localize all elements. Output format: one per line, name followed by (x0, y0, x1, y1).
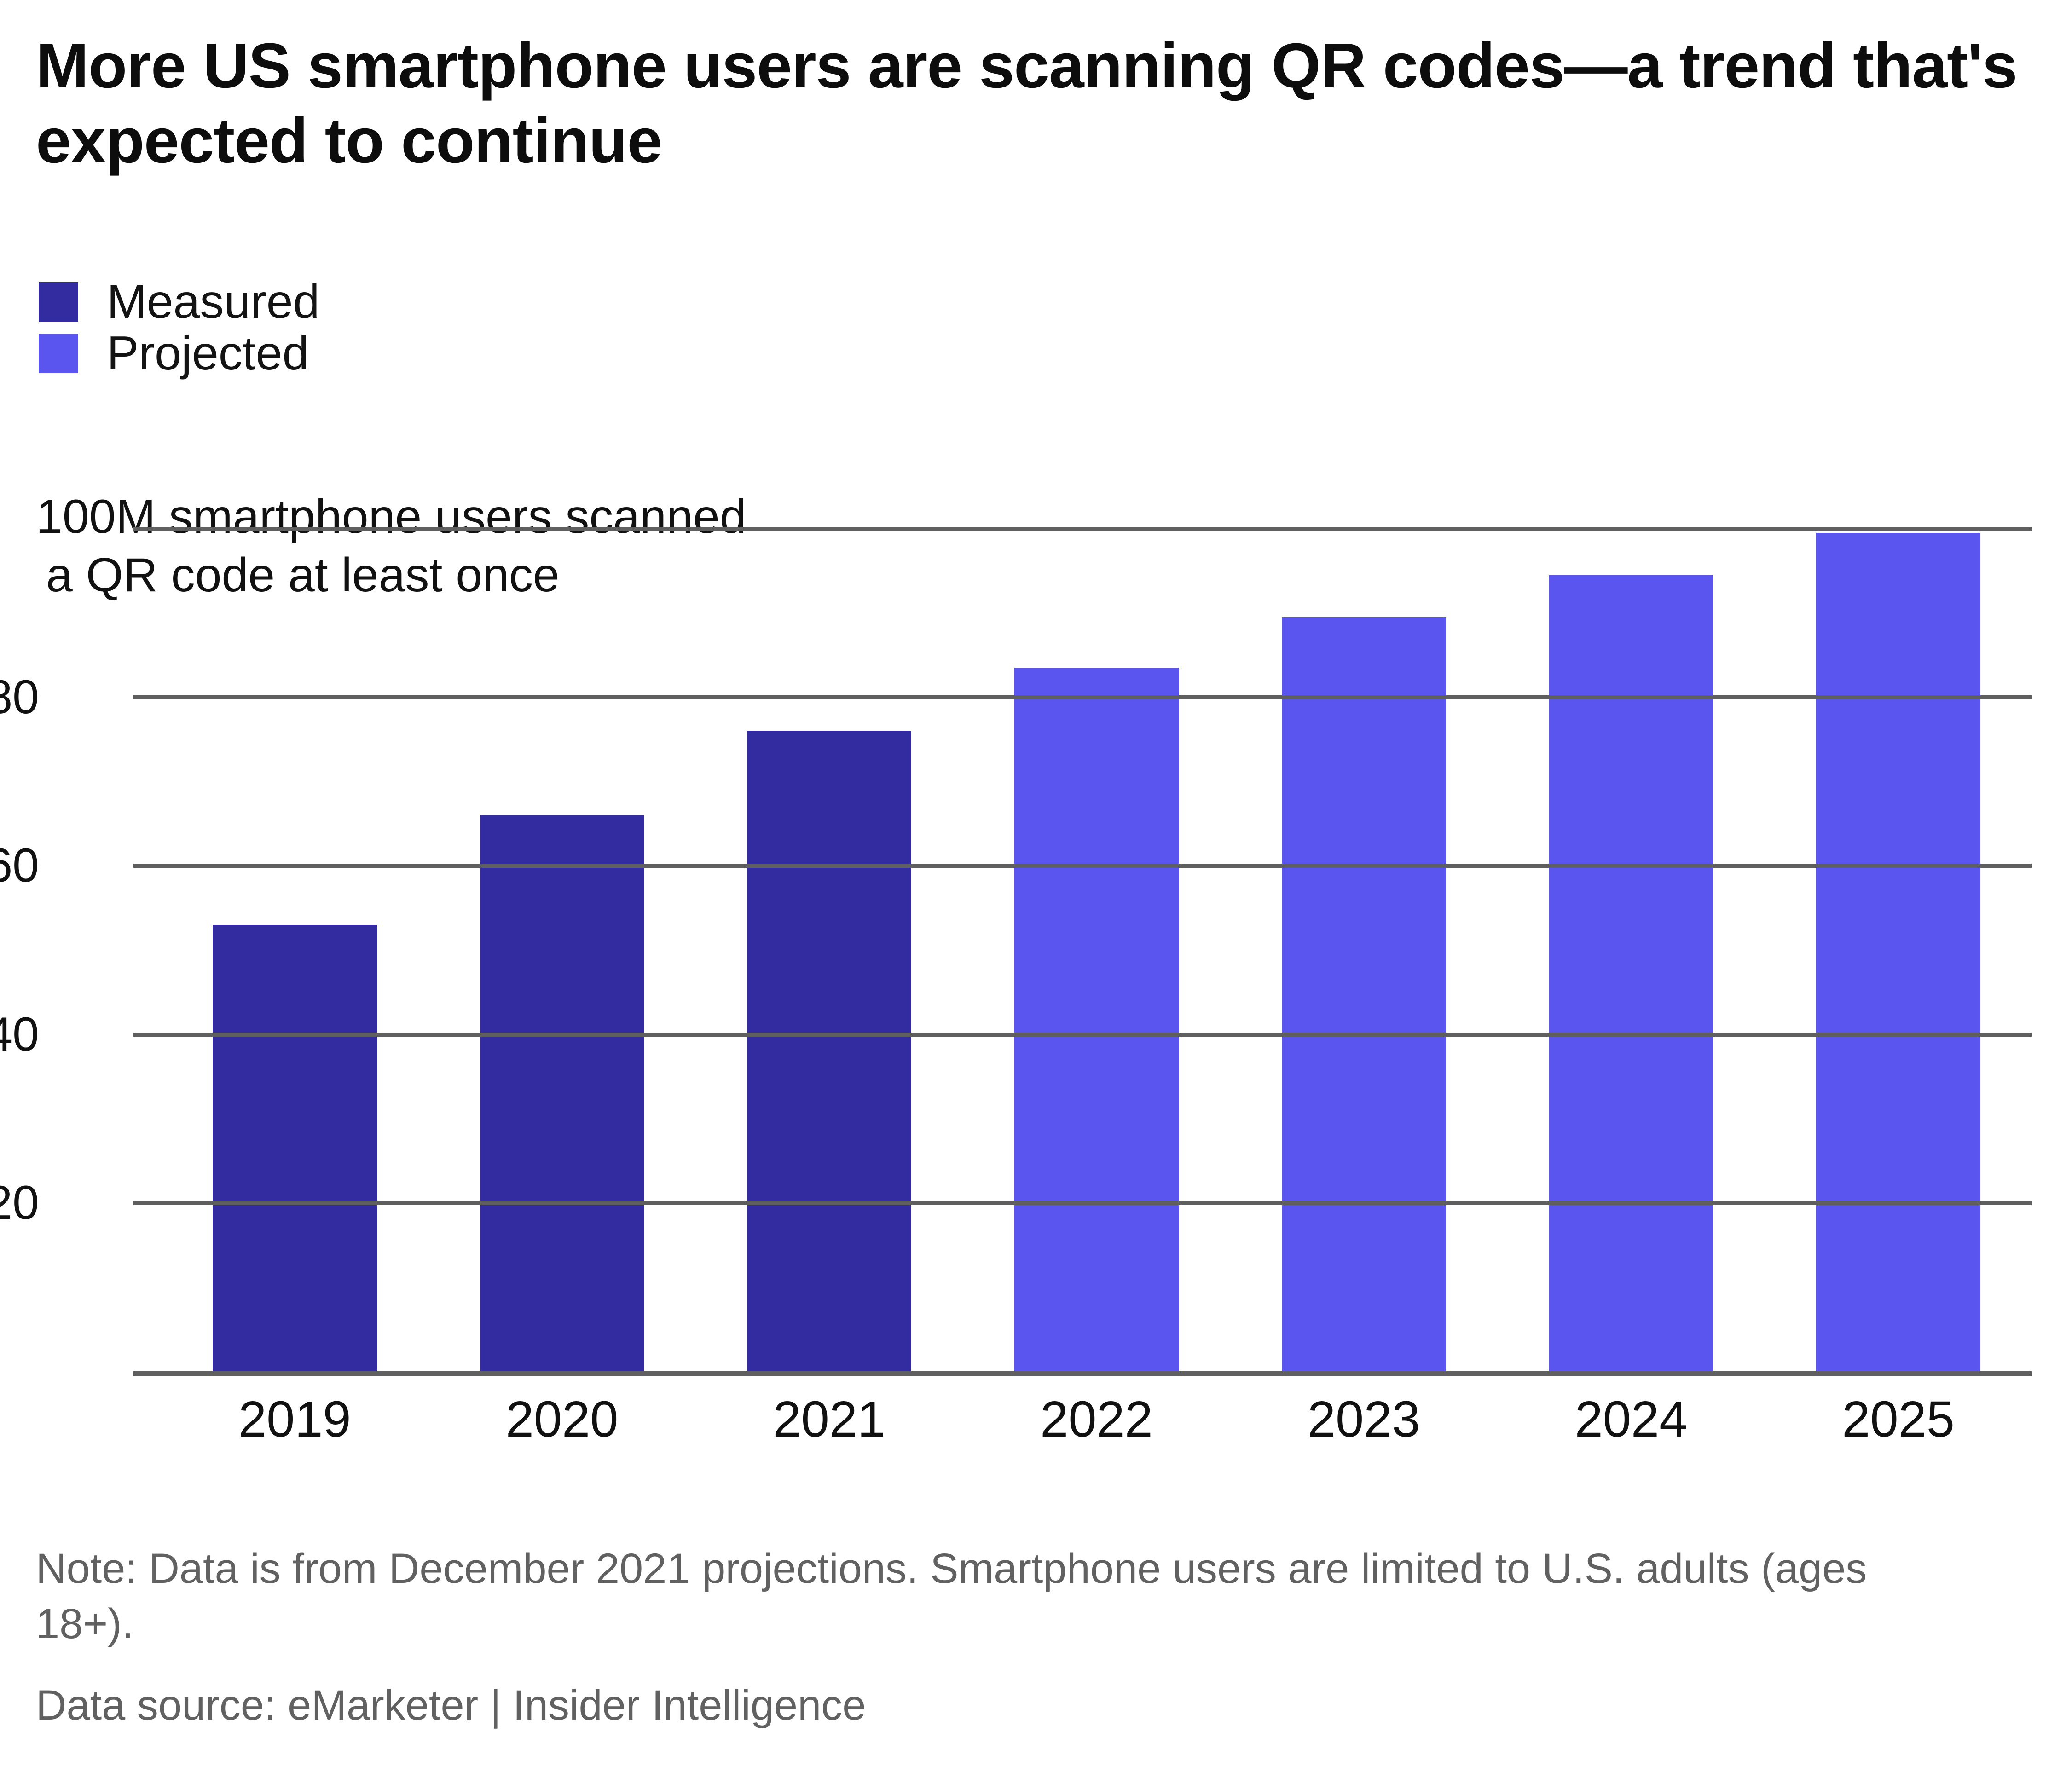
plot-area: 20 40 60 80 (0, 527, 2032, 1376)
bar-2023[interactable] (1281, 617, 1446, 1371)
y-tick-stub-60 (133, 864, 161, 868)
x-tick-label-2024: 2024 (1574, 1391, 1688, 1448)
bar-2020[interactable] (480, 815, 644, 1371)
bar-2021[interactable] (747, 731, 912, 1371)
x-tick-label-2019: 2019 (238, 1391, 351, 1448)
y-tick-label-40: 40 (0, 1007, 39, 1061)
y-tick-label-80: 80 (0, 670, 39, 724)
bar-2025[interactable] (1816, 533, 1981, 1371)
x-tick-label-2023: 2023 (1307, 1391, 1420, 1448)
y-tick-stub-20 (133, 1201, 161, 1205)
x-axis-line (133, 1371, 2032, 1376)
gridline-20 (161, 1201, 2032, 1205)
x-tick-label-2021: 2021 (773, 1391, 886, 1448)
y-tick-label-20: 20 (0, 1176, 39, 1229)
chart-footer: Note: Data is from December 2021 project… (36, 1541, 1946, 1733)
gridline-40 (161, 1032, 2032, 1037)
y-tick-label-60: 60 (0, 839, 39, 893)
bar-2024[interactable] (1549, 575, 1713, 1371)
y-tick-stub-80 (133, 695, 161, 700)
chart-page: More US smartphone users are scanning QR… (0, 0, 2072, 1772)
x-axis-labels: 2019 2020 2021 2022 2023 2024 2025 (161, 1394, 2032, 1468)
gridline-100 (161, 527, 2032, 531)
x-tick-label-2022: 2022 (1040, 1391, 1153, 1448)
gridline-80 (161, 695, 2032, 700)
bars-group (161, 529, 2032, 1371)
chart-note: Note: Data is from December 2021 project… (36, 1545, 1867, 1647)
bar-2019[interactable] (212, 924, 377, 1371)
chart-data-source: Data source: eMarketer | Insider Intelli… (36, 1682, 866, 1729)
x-tick-label-2020: 2020 (505, 1391, 619, 1448)
x-tick-label-2025: 2025 (1842, 1391, 1955, 1448)
y-tick-stub-40 (133, 1032, 161, 1037)
bar-2022[interactable] (1014, 668, 1179, 1371)
y-tick-stub-100 (133, 527, 161, 531)
bar-chart: 20 40 60 80 2019 2020 2021 2022 2023 2024 2025 (0, 0, 2072, 1772)
gridline-60 (161, 864, 2032, 868)
